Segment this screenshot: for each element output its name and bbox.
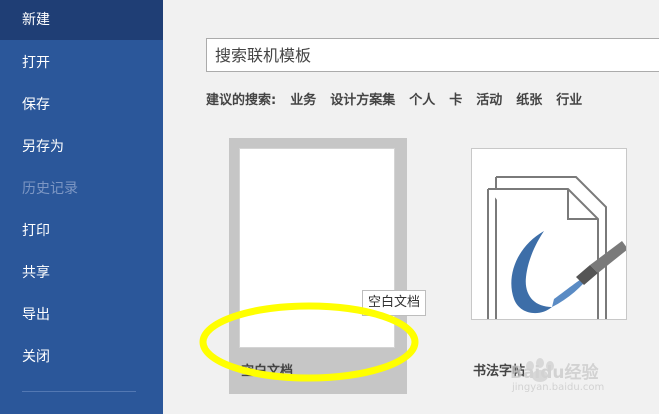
- suggested-search-personal[interactable]: 个人: [409, 89, 435, 108]
- sidebar-item-close[interactable]: 关闭: [0, 337, 163, 377]
- sidebar-item-new[interactable]: 新建: [0, 0, 163, 40]
- sidebar-item-print[interactable]: 打印: [0, 211, 163, 251]
- sidebar-item-label: 另存为: [22, 139, 64, 155]
- sidebar-item-open[interactable]: 打开: [0, 43, 163, 83]
- suggested-search-industry[interactable]: 行业: [556, 89, 582, 108]
- sidebar-item-label: 打开: [22, 55, 50, 71]
- template-blank-label: 空白文档: [241, 364, 294, 379]
- template-blank-thumbnail: [239, 148, 395, 348]
- suggested-search-design-sets[interactable]: 设计方案集: [330, 89, 395, 108]
- sidebar-item-history: 历史记录: [0, 169, 163, 209]
- template-blank-document[interactable]: 空白文档: [229, 138, 407, 394]
- sidebar-item-save-as[interactable]: 另存为: [0, 127, 163, 167]
- new-document-panel: 建议的搜索: 业务 设计方案集 个人 卡 活动 纸张 行业 空白文档: [163, 0, 659, 414]
- sidebar-divider: [22, 391, 136, 392]
- sidebar-item-label: 新建: [22, 12, 50, 28]
- backstage-sidebar: 新建 打开 保存 另存为 历史记录 打印 共享 导出 关闭: [0, 0, 163, 414]
- sidebar-item-label: 保存: [22, 97, 50, 113]
- suggested-search-card[interactable]: 卡: [449, 89, 462, 108]
- sidebar-item-label: 打印: [22, 223, 50, 239]
- sidebar-item-label: 共享: [22, 265, 50, 281]
- suggested-search-paper[interactable]: 纸张: [516, 89, 542, 108]
- suggested-search-business[interactable]: 业务: [290, 89, 316, 108]
- suggested-search-event[interactable]: 活动: [476, 89, 502, 108]
- sidebar-item-label: 关闭: [22, 349, 50, 365]
- template-calligraphy-label: 书法字帖: [473, 364, 526, 379]
- calligraphy-document-icon: [487, 176, 626, 319]
- template-search-input[interactable]: [206, 38, 659, 72]
- sidebar-item-save[interactable]: 保存: [0, 85, 163, 125]
- sidebar-item-label: 历史记录: [22, 181, 78, 197]
- template-calligraphy[interactable]: 书法字帖: [471, 148, 627, 394]
- template-tooltip: 空白文档: [362, 290, 427, 316]
- sidebar-item-label: 导出: [22, 307, 50, 323]
- sidebar-item-share[interactable]: 共享: [0, 253, 163, 293]
- template-calligraphy-thumbnail: [471, 148, 627, 320]
- suggested-searches-label: 建议的搜索:: [206, 92, 277, 108]
- word-new-document-screen: 新建 打开 保存 另存为 历史记录 打印 共享 导出 关闭 建议的搜索: [0, 0, 659, 414]
- sidebar-item-export[interactable]: 导出: [0, 295, 163, 335]
- suggested-searches: 建议的搜索: 业务 设计方案集 个人 卡 活动 纸张 行业: [206, 88, 596, 108]
